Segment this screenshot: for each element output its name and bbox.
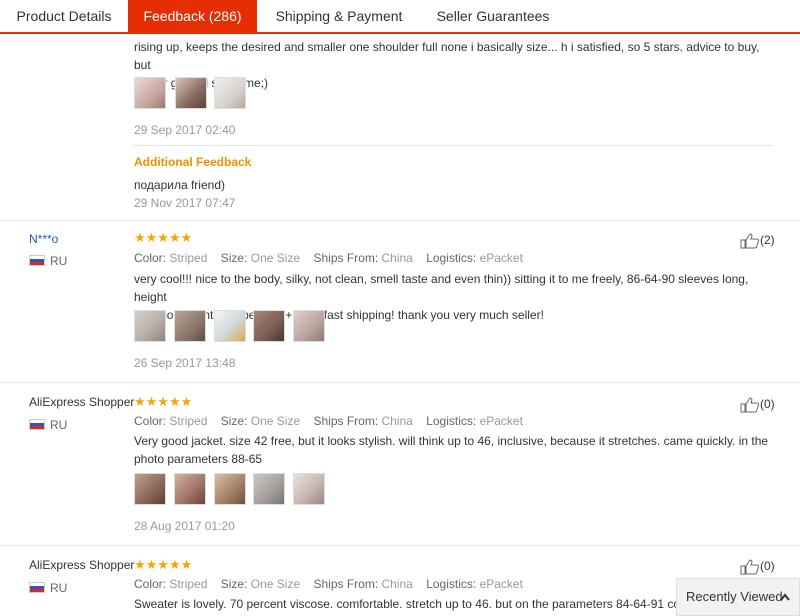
review-photo-thumb[interactable] bbox=[134, 473, 166, 505]
attr-label: Size: bbox=[220, 414, 248, 428]
review-date: 28 Aug 2017 01:20 bbox=[134, 519, 235, 533]
review-text-line: photo parameters 88-65 bbox=[134, 452, 263, 466]
review-text-line: Very good jacket. size 42 free, but it l… bbox=[134, 434, 769, 448]
review-divider bbox=[0, 545, 800, 546]
attr-label: Size: bbox=[220, 251, 248, 265]
rating-stars: ★★★★★ bbox=[134, 557, 193, 572]
thumbs-up-icon bbox=[740, 233, 760, 249]
review-attributes: Color: Striped Size: One Size Ships From… bbox=[134, 414, 533, 428]
attr-label: Logistics: bbox=[426, 414, 477, 428]
review-photo-thumb[interactable] bbox=[214, 473, 246, 505]
review-divider bbox=[0, 382, 800, 383]
attr-label: Logistics: bbox=[426, 577, 477, 591]
rating-stars: ★★★★★ bbox=[134, 230, 193, 245]
attr-label: Color: bbox=[134, 577, 167, 591]
review-photo-thumb[interactable] bbox=[214, 310, 246, 342]
review-date: 26 Sep 2017 13:48 bbox=[134, 356, 236, 370]
helpful-button[interactable]: (2) bbox=[740, 233, 775, 249]
attr-label: Logistics: bbox=[426, 251, 477, 265]
recently-viewed-button[interactable]: Recently Viewed bbox=[676, 578, 800, 616]
helpful-count: (0) bbox=[760, 559, 775, 574]
thumbs-up-icon bbox=[740, 397, 760, 413]
attr-value: Striped bbox=[169, 577, 208, 591]
divider bbox=[134, 145, 774, 146]
review-text-line: rising up, keeps the desired and smaller… bbox=[134, 40, 760, 72]
helpful-button[interactable]: (0) bbox=[740, 397, 775, 413]
attr-value: China bbox=[381, 414, 413, 428]
review-attributes: Color: Striped Size: One Size Ships From… bbox=[134, 251, 533, 265]
country-flag-icon bbox=[29, 255, 45, 266]
tab-seller-guarantees[interactable]: Seller Guarantees bbox=[425, 0, 561, 32]
thumbs-up-icon bbox=[740, 559, 760, 575]
feedback-list: rising up, keeps the desired and smaller… bbox=[0, 36, 800, 616]
reviewer-country: RU bbox=[50, 581, 68, 595]
review-text-line: very cool!!! nice to the body, silky, no… bbox=[134, 272, 749, 304]
attr-value: China bbox=[381, 577, 413, 591]
tab-feedback[interactable]: Feedback (286) bbox=[128, 0, 257, 32]
attr-value: Striped bbox=[169, 414, 208, 428]
helpful-button[interactable]: (0) bbox=[740, 559, 775, 575]
reviewer-name[interactable]: N***o bbox=[29, 232, 58, 246]
attr-label: Size: bbox=[220, 577, 248, 591]
review-date: 29 Sep 2017 02:40 bbox=[134, 123, 236, 137]
helpful-count: (0) bbox=[760, 397, 775, 412]
attr-value: ePacket bbox=[479, 577, 523, 591]
review-divider bbox=[0, 220, 800, 221]
review-photo-thumb[interactable] bbox=[175, 77, 207, 109]
review-photo-thumb[interactable] bbox=[253, 473, 285, 505]
review-attributes: Color: Striped Size: One Size Ships From… bbox=[134, 577, 533, 591]
chevron-up-icon bbox=[779, 579, 791, 616]
additional-feedback-text: подарила friend) bbox=[134, 178, 225, 192]
attr-label: Color: bbox=[134, 414, 167, 428]
tab-shipping-payment[interactable]: Shipping & Payment bbox=[262, 0, 416, 32]
review-photo-thumb[interactable] bbox=[293, 310, 325, 342]
reviewer-name[interactable]: AliExpress Shopper bbox=[29, 395, 134, 409]
additional-feedback-date: 29 Nov 2017 07:47 bbox=[134, 196, 236, 210]
recently-viewed-label: Recently Viewed bbox=[686, 589, 783, 604]
review-photo-thumb[interactable] bbox=[253, 310, 285, 342]
review-text: Very good jacket. size 42 free, but it l… bbox=[134, 432, 774, 468]
attr-label: Ships From: bbox=[313, 251, 379, 265]
reviewer-country: RU bbox=[50, 418, 68, 432]
review-photo-thumb[interactable] bbox=[293, 473, 325, 505]
reviewer-name[interactable]: AliExpress Shopper bbox=[29, 558, 134, 572]
country-flag-icon bbox=[29, 582, 45, 593]
tab-bar: Product Details Feedback (286) Shipping … bbox=[0, 0, 800, 34]
reviewer-country: RU bbox=[50, 254, 68, 268]
attr-value: ePacket bbox=[479, 251, 523, 265]
rating-stars: ★★★★★ bbox=[134, 394, 193, 409]
attr-label: Color: bbox=[134, 251, 167, 265]
review-photo-thumb[interactable] bbox=[134, 310, 166, 342]
attr-value: China bbox=[381, 251, 413, 265]
review-photo-thumb[interactable] bbox=[214, 77, 246, 109]
country-flag-icon bbox=[29, 419, 45, 430]
additional-feedback-label: Additional Feedback bbox=[134, 155, 252, 169]
attr-value: ePacket bbox=[479, 414, 523, 428]
review-photo-thumb[interactable] bbox=[134, 77, 166, 109]
review-photo-thumb[interactable] bbox=[174, 310, 206, 342]
review-text: Sweater is lovely. 70 percent viscose. c… bbox=[134, 597, 691, 611]
attr-value: One Size bbox=[250, 414, 301, 428]
attr-value: Striped bbox=[169, 251, 208, 265]
attr-label: Ships From: bbox=[313, 414, 379, 428]
attr-value: One Size bbox=[250, 577, 301, 591]
attr-label: Ships From: bbox=[313, 577, 379, 591]
tab-product-details[interactable]: Product Details bbox=[0, 0, 128, 32]
helpful-count: (2) bbox=[760, 233, 775, 248]
review-photo-thumb[interactable] bbox=[174, 473, 206, 505]
attr-value: One Size bbox=[250, 251, 301, 265]
